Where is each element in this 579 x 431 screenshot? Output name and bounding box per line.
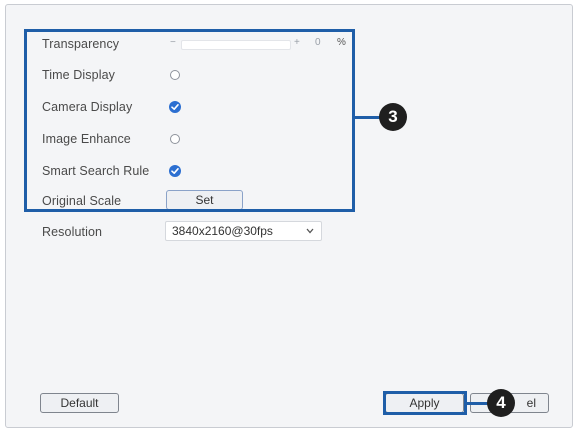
chevron-down-icon [306, 228, 314, 234]
callout-4-badge: 4 [487, 389, 515, 417]
default-button[interactable]: Default [40, 393, 119, 413]
settings-group-highlight [24, 29, 355, 212]
resolution-value: 3840x2160@30fps [172, 224, 273, 238]
callout-3-badge: 3 [379, 103, 407, 131]
apply-highlight [383, 391, 467, 415]
resolution-label: Resolution [42, 225, 103, 239]
callout-3-connector [355, 116, 380, 119]
callout-4-connector [467, 402, 489, 405]
resolution-select[interactable]: 3840x2160@30fps [165, 221, 322, 241]
